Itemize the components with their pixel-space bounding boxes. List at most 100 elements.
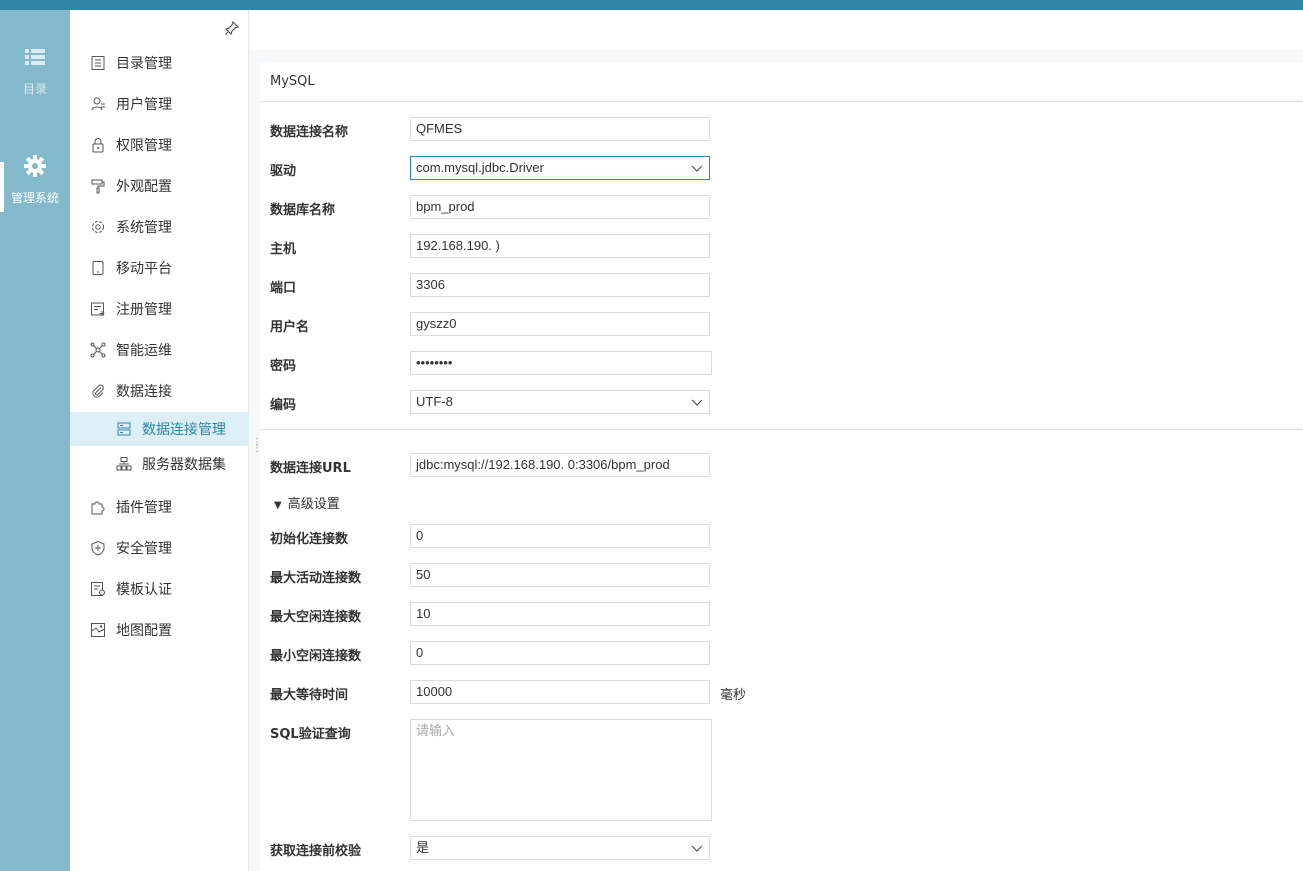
menu-item-label: 智能运维 (116, 343, 172, 359)
menu-item-permissions[interactable]: 权限管理 (70, 128, 249, 162)
test-on-borrow-value: 是 (416, 840, 430, 855)
password-label: 密码 (270, 359, 297, 374)
divider (260, 101, 1303, 102)
menu-item-system[interactable]: 系统管理 (70, 210, 249, 244)
menu-item-label: 权限管理 (116, 138, 172, 154)
url-label: 数据连接URL (270, 461, 351, 476)
tablet-icon (92, 261, 104, 275)
side-menu: 目录管理 用户管理 权限管理 外观配置 系统管理 移动平台 注册管理 智能运维 … (70, 10, 249, 871)
menu-item-map[interactable]: 地图配置 (70, 613, 249, 647)
chevron-down-icon (691, 165, 703, 172)
top-accent-bar (0, 0, 1303, 10)
host-input[interactable]: 192.168.190. ) (410, 234, 710, 258)
chevron-down-icon (691, 845, 703, 852)
driver-select[interactable]: com.mysql.jdbc.Driver (410, 156, 710, 180)
username-label: 用户名 (270, 320, 310, 335)
plugin-icon (91, 501, 105, 515)
validation-query-label: SQL验证查询 (270, 727, 351, 742)
initial-size-label: 初始化连接数 (270, 532, 349, 547)
menu-item-security[interactable]: 安全管理 (70, 531, 249, 565)
register-icon (91, 302, 105, 316)
menu-item-label: 注册管理 (116, 302, 172, 318)
menu-item-label: 插件管理 (116, 500, 172, 516)
max-active-input[interactable]: 50 (410, 563, 710, 587)
rail-item-label: 管理系统 (10, 191, 59, 205)
menu-item-mobile[interactable]: 移动平台 (70, 251, 249, 285)
menu-item-label: 数据连接 (116, 384, 172, 400)
menu-item-ops[interactable]: 智能运维 (70, 333, 249, 367)
menu-item-label: 用户管理 (116, 97, 172, 113)
menu-item-label: 服务器数据集 (142, 457, 226, 473)
content-header (250, 10, 1303, 50)
advanced-settings-label: 高级设置 (287, 497, 340, 512)
menu-item-label: 外观配置 (116, 179, 172, 195)
menu-item-label: 移动平台 (116, 261, 172, 277)
menu-item-plugins[interactable]: 插件管理 (70, 490, 249, 524)
driver-label: 驱动 (270, 164, 297, 179)
encoding-label: 编码 (270, 398, 297, 413)
user-icon (91, 97, 105, 111)
caret-down-icon: ▼ (274, 500, 282, 511)
menu-item-server-dataset[interactable]: 服务器数据集 (70, 447, 249, 481)
username-input[interactable]: gyszz0 (410, 312, 710, 336)
menu-item-label: 目录管理 (116, 56, 172, 72)
port-label: 端口 (270, 281, 297, 296)
driver-value: com.mysql.jdbc.Driver (416, 160, 544, 175)
menu-item-label: 安全管理 (116, 541, 172, 557)
min-idle-input[interactable]: 0 (410, 641, 710, 665)
db-type-title: MySQL (270, 74, 315, 89)
database-icon (117, 422, 131, 436)
rail-item-label: 目录 (22, 82, 47, 96)
lock-icon (92, 138, 104, 153)
rail-item-catalog[interactable]: 目录 (0, 46, 70, 97)
menu-item-users[interactable]: 用户管理 (70, 87, 249, 121)
list-icon (25, 49, 45, 65)
connection-name-label: 数据连接名称 (270, 125, 349, 140)
menu-item-label: 地图配置 (116, 623, 172, 639)
url-input[interactable]: jdbc:mysql://192.168.190. 0:3306/bpm_pro… (410, 453, 710, 477)
settings-icon (92, 221, 104, 233)
catalog-icon (91, 56, 105, 70)
map-icon (91, 623, 105, 637)
port-input[interactable]: 3306 (410, 273, 710, 297)
network-icon (90, 342, 106, 358)
password-input[interactable]: •••••••• (410, 351, 712, 375)
database-name-label: 数据库名称 (270, 203, 336, 218)
host-label: 主机 (270, 242, 297, 257)
panel-resize-handle[interactable]: ⋮ ⋮ (252, 438, 262, 458)
test-on-borrow-label: 获取连接前校验 (270, 844, 362, 859)
encoding-value: UTF-8 (416, 394, 453, 409)
menu-item-label: 数据连接管理 (142, 422, 226, 438)
chevron-down-icon (691, 399, 703, 406)
paint-roller-icon (91, 179, 105, 194)
max-wait-input[interactable]: 10000 (410, 680, 710, 704)
menu-item-data-connection[interactable]: 数据连接 (70, 374, 249, 408)
max-active-label: 最大活动连接数 (270, 571, 362, 586)
pin-icon[interactable] (225, 21, 239, 35)
max-idle-input[interactable]: 10 (410, 602, 710, 626)
server-dataset-icon (116, 457, 132, 471)
connection-name-input[interactable]: QFMES (410, 117, 710, 141)
menu-item-registration[interactable]: 注册管理 (70, 292, 249, 326)
min-idle-label: 最小空闲连接数 (270, 649, 362, 664)
shield-icon (91, 540, 105, 556)
menu-item-label: 系统管理 (116, 220, 172, 236)
test-on-borrow-select[interactable]: 是 (410, 836, 710, 860)
menu-item-label: 模板认证 (116, 582, 172, 598)
menu-item-catalog[interactable]: 目录管理 (70, 46, 249, 80)
advanced-settings-toggle[interactable]: ▼ 高级设置 (274, 493, 340, 512)
database-name-input[interactable]: bpm_prod (410, 195, 710, 219)
validation-query-textarea[interactable]: 请输入 (410, 719, 712, 821)
connection-form: MySQL 数据连接名称 QFMES 驱动 com.mysql.jdbc.Dri… (260, 62, 1303, 871)
menu-item-appearance[interactable]: 外观配置 (70, 169, 249, 203)
max-wait-unit: 毫秒 (720, 688, 747, 703)
menu-item-data-connection-management[interactable]: 数据连接管理 (70, 412, 249, 446)
link-icon (92, 384, 104, 398)
template-auth-icon (91, 582, 105, 596)
gear-icon (24, 155, 46, 177)
rail-item-admin-system[interactable]: 管理系统 (0, 155, 70, 206)
initial-size-input[interactable]: 0 (410, 524, 710, 548)
max-idle-label: 最大空闲连接数 (270, 610, 362, 625)
encoding-select[interactable]: UTF-8 (410, 390, 710, 414)
menu-item-template-auth[interactable]: 模板认证 (70, 572, 249, 606)
